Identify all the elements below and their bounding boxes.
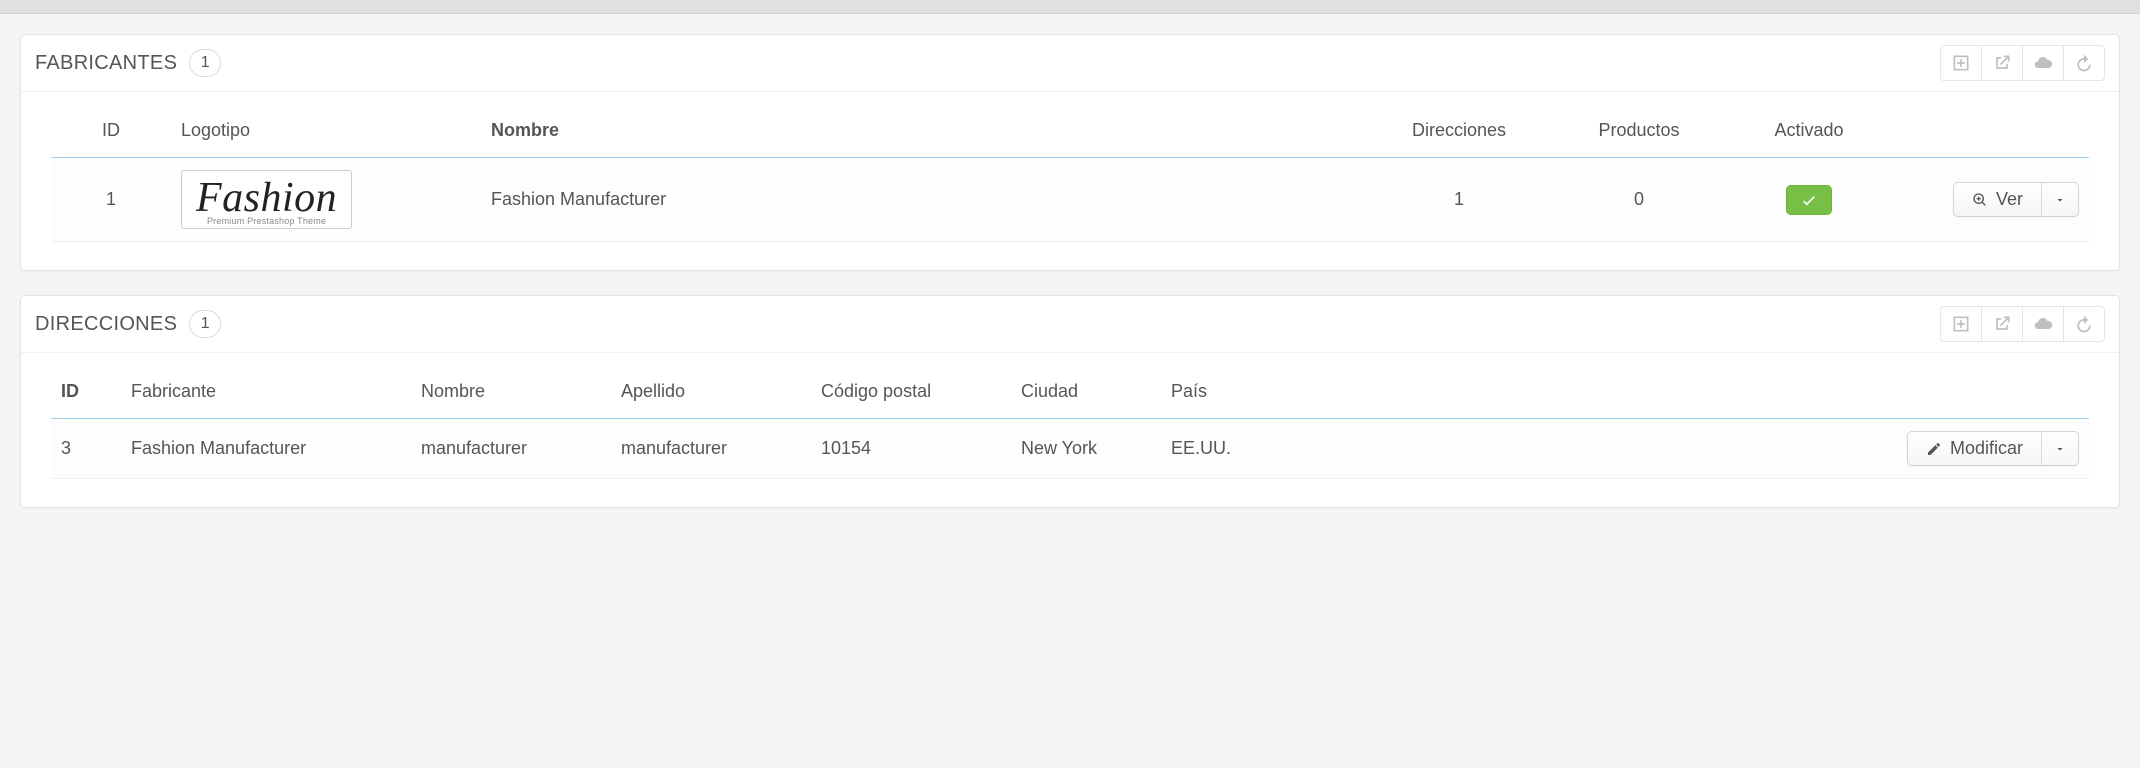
addresses-header-actions: [1941, 306, 2105, 342]
cell-actions: Ver: [1889, 158, 2089, 242]
panel-addresses: DIRECCIONES 1: [20, 295, 2120, 508]
col-firstname[interactable]: Nombre: [411, 367, 611, 419]
col-actions: [1889, 367, 2089, 419]
panel-addresses-header: DIRECCIONES 1: [21, 296, 2119, 353]
caret-down-icon: [2054, 443, 2066, 455]
addresses-count-badge: 1: [189, 310, 221, 338]
refresh-icon: [2074, 314, 2094, 334]
caret-down-icon: [2054, 194, 2066, 206]
row-action-group: Ver: [1953, 182, 2079, 217]
export-button[interactable]: [1981, 45, 2023, 81]
cell-country: EE.UU.: [1161, 419, 1889, 479]
col-manufacturer[interactable]: Fabricante: [121, 367, 411, 419]
manufacturers-table-wrap: ID Logotipo Nombre Direcciones Productos…: [21, 92, 2119, 270]
active-toggle[interactable]: [1786, 185, 1832, 215]
edit-button[interactable]: Modificar: [1908, 432, 2042, 465]
logo-subtext: Premium Prestashop Theme: [196, 217, 337, 226]
cell-id: 3: [51, 419, 121, 479]
col-country[interactable]: País: [1161, 367, 1889, 419]
add-new-button[interactable]: [1940, 306, 1982, 342]
cloud-download-button[interactable]: [2022, 306, 2064, 342]
manufacturers-count-badge: 1: [189, 49, 221, 77]
export-button[interactable]: [1981, 306, 2023, 342]
panel-manufacturers: FABRICANTES 1: [20, 34, 2120, 271]
addresses-table-wrap: ID Fabricante Nombre Apellido Código pos…: [21, 353, 2119, 507]
cloud-download-button[interactable]: [2022, 45, 2064, 81]
cell-firstname: manufacturer: [411, 419, 611, 479]
col-postcode[interactable]: Código postal: [811, 367, 1011, 419]
refresh-button[interactable]: [2063, 45, 2105, 81]
export-icon: [1992, 314, 2012, 334]
logo-text: Fashion: [196, 175, 337, 221]
manufacturers-table: ID Logotipo Nombre Direcciones Productos…: [51, 106, 2089, 242]
col-addresses[interactable]: Direcciones: [1369, 106, 1549, 158]
manufacturers-header-actions: [1941, 45, 2105, 81]
cell-name: Fashion Manufacturer: [481, 158, 1369, 242]
cell-lastname: manufacturer: [611, 419, 811, 479]
table-row[interactable]: 3 Fashion Manufacturer manufacturer manu…: [51, 419, 2089, 479]
export-icon: [1992, 53, 2012, 73]
edit-button-label: Modificar: [1950, 438, 2023, 459]
panel-manufacturers-header: FABRICANTES 1: [21, 35, 2119, 92]
row-action-dropdown[interactable]: [2042, 432, 2078, 465]
cell-city: New York: [1011, 419, 1161, 479]
cell-id: 1: [51, 158, 171, 242]
table-row[interactable]: 1 Fashion Premium Prestashop Theme Fashi…: [51, 158, 2089, 242]
manufacturer-logo: Fashion Premium Prestashop Theme: [181, 170, 352, 229]
row-action-group: Modificar: [1907, 431, 2079, 466]
pencil-icon: [1926, 441, 1942, 457]
col-actions: [1889, 106, 2089, 158]
cloud-icon: [2033, 53, 2053, 73]
col-id[interactable]: ID: [51, 367, 121, 419]
cloud-icon: [2033, 314, 2053, 334]
cell-postcode: 10154: [811, 419, 1011, 479]
col-lastname[interactable]: Apellido: [611, 367, 811, 419]
row-action-dropdown[interactable]: [2042, 183, 2078, 216]
col-city[interactable]: Ciudad: [1011, 367, 1161, 419]
col-products[interactable]: Productos: [1549, 106, 1729, 158]
page-content: FABRICANTES 1: [0, 14, 2140, 562]
zoom-icon: [1972, 192, 1988, 208]
refresh-icon: [2074, 53, 2094, 73]
plus-icon: [1951, 53, 1971, 73]
check-icon: [1800, 191, 1818, 209]
col-name[interactable]: Nombre: [481, 106, 1369, 158]
col-active[interactable]: Activado: [1729, 106, 1889, 158]
addresses-table: ID Fabricante Nombre Apellido Código pos…: [51, 367, 2089, 479]
cell-actions: Modificar: [1889, 419, 2089, 479]
cell-products: 0: [1549, 158, 1729, 242]
col-logo[interactable]: Logotipo: [171, 106, 481, 158]
view-button-label: Ver: [1996, 189, 2023, 210]
plus-icon: [1951, 314, 1971, 334]
view-button[interactable]: Ver: [1954, 183, 2042, 216]
cell-manufacturer: Fashion Manufacturer: [121, 419, 411, 479]
panel-manufacturers-title: FABRICANTES: [35, 52, 177, 75]
cell-active: [1729, 158, 1889, 242]
window-topbar: [0, 0, 2140, 14]
cell-addresses: 1: [1369, 158, 1549, 242]
refresh-button[interactable]: [2063, 306, 2105, 342]
cell-logo: Fashion Premium Prestashop Theme: [171, 158, 481, 242]
add-new-button[interactable]: [1940, 45, 1982, 81]
col-id[interactable]: ID: [51, 106, 171, 158]
panel-addresses-title: DIRECCIONES: [35, 313, 177, 336]
